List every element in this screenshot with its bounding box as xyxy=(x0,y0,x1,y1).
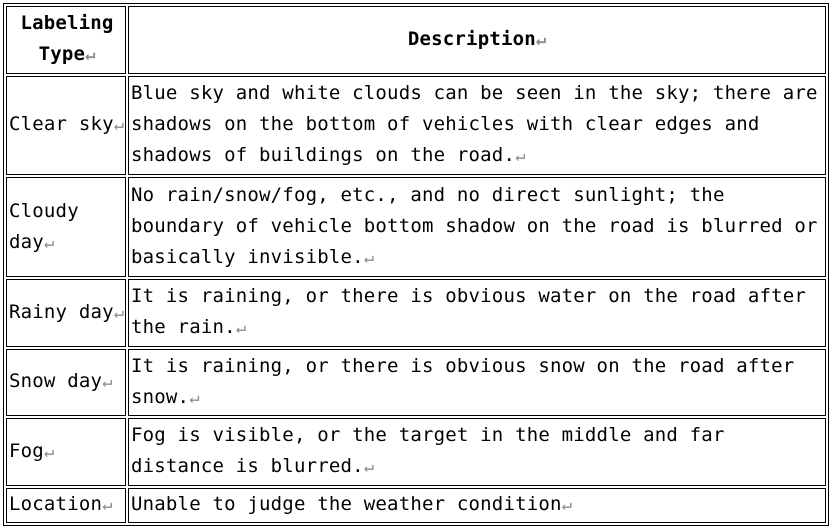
cell-description: Fog is visible, or the target in the mid… xyxy=(128,418,826,486)
paragraph-mark-icon: ↵ xyxy=(535,29,547,50)
header-description: Description↵ xyxy=(128,6,826,74)
paragraph-mark-icon: ↵ xyxy=(43,232,55,253)
cell-labeling-type: Clear sky↵ xyxy=(6,75,126,176)
table-row: Fog↵ Fog is visible, or the target in th… xyxy=(6,418,826,486)
description-text: It is raining, or there is obvious water… xyxy=(131,285,807,339)
description-text: Blue sky and white clouds can be seen in… xyxy=(131,82,818,167)
weather-labeling-table-container: Labeling Type↵ Description↵ Clear sky↵ B… xyxy=(3,3,829,526)
cell-description: Unable to judge the weather condition↵ xyxy=(128,487,826,523)
table-row: Clear sky↵ Blue sky and white clouds can… xyxy=(6,75,826,176)
header-description-text: Description xyxy=(407,27,536,50)
table-row: Snow day↵ It is raining, or there is obv… xyxy=(6,348,826,417)
paragraph-mark-icon: ↵ xyxy=(189,387,200,408)
header-labeling-type-text: Labeling Type xyxy=(20,12,114,66)
cell-labeling-type: Fog↵ xyxy=(6,418,126,486)
labeling-type-text: Clear sky xyxy=(9,113,114,136)
cell-description: No rain/snow/fog, etc., and no direct su… xyxy=(128,177,826,278)
labeling-type-text: Snow day xyxy=(9,370,103,393)
cell-description: It is raining, or there is obvious snow … xyxy=(128,348,826,417)
cell-description: It is raining, or there is obvious water… xyxy=(128,279,826,347)
labeling-type-text: Fog xyxy=(9,439,44,462)
labeling-type-text: Location xyxy=(9,493,103,516)
paragraph-mark-icon: ↵ xyxy=(235,318,247,339)
description-text: Fog is visible, or the target in the mid… xyxy=(131,424,725,478)
cell-description: Blue sky and white clouds can be seen in… xyxy=(128,75,826,176)
cell-labeling-type: Cloudy day↵ xyxy=(6,177,126,278)
paragraph-mark-icon: ↵ xyxy=(561,495,572,516)
cell-labeling-type: Snow day↵ xyxy=(6,348,126,417)
paragraph-mark-icon: ↵ xyxy=(363,457,375,478)
description-text: Unable to judge the weather condition xyxy=(131,493,562,516)
header-labeling-type: Labeling Type↵ xyxy=(6,6,126,74)
cell-labeling-type: Rainy day↵ xyxy=(6,279,126,347)
paragraph-mark-icon: ↵ xyxy=(515,146,526,167)
paragraph-mark-icon: ↵ xyxy=(85,45,96,66)
weather-labeling-table: Labeling Type↵ Description↵ Clear sky↵ B… xyxy=(3,3,829,526)
paragraph-mark-icon: ↵ xyxy=(43,441,55,462)
paragraph-mark-icon: ↵ xyxy=(102,372,113,393)
paragraph-mark-icon: ↵ xyxy=(102,495,113,516)
description-text: No rain/snow/fog, etc., and no direct su… xyxy=(131,184,818,269)
paragraph-mark-icon: ↵ xyxy=(363,248,375,269)
paragraph-mark-icon: ↵ xyxy=(113,302,125,323)
labeling-type-text: Rainy day xyxy=(9,300,114,323)
paragraph-mark-icon: ↵ xyxy=(113,115,125,136)
table-row: Rainy day↵ It is raining, or there is ob… xyxy=(6,279,826,347)
table-row: Location↵ Unable to judge the weather co… xyxy=(6,487,826,523)
table-header-row: Labeling Type↵ Description↵ xyxy=(6,6,826,74)
cell-labeling-type: Location↵ xyxy=(6,487,126,523)
description-text: It is raining, or there is obvious snow … xyxy=(131,354,795,408)
table-row: Cloudy day↵ No rain/snow/fog, etc., and … xyxy=(6,177,826,278)
